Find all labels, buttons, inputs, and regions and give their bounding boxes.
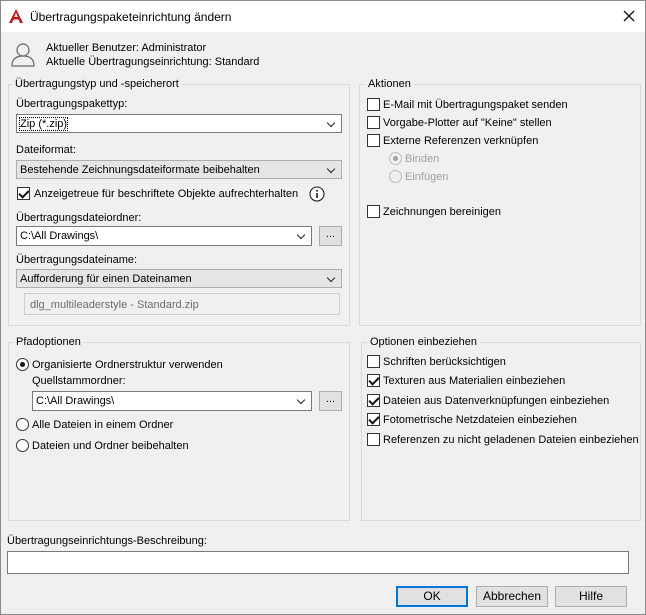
fonts-label[interactable]: Schriften berücksichtigen bbox=[383, 356, 506, 368]
source-root-value: C:\All Drawings\ bbox=[36, 395, 115, 407]
unloaded-refs-label[interactable]: Referenzen zu nicht geladenen Dateien ei… bbox=[383, 434, 639, 446]
user-icon bbox=[10, 41, 36, 67]
datalinks-checkbox[interactable] bbox=[367, 394, 380, 407]
transfer-type-group-title: Übertragungstyp und -speicherort bbox=[12, 78, 182, 90]
insert-label[interactable]: Einfügen bbox=[405, 171, 448, 183]
ok-button[interactable]: OK bbox=[396, 586, 468, 607]
filename-label: Übertragungsdateiname: bbox=[16, 254, 138, 266]
chevron-down-icon bbox=[324, 116, 340, 131]
keep-structure-radio[interactable] bbox=[16, 439, 29, 452]
source-root-label: Quellstammordner: bbox=[32, 375, 126, 387]
close-icon[interactable] bbox=[617, 5, 641, 27]
chevron-down-icon bbox=[324, 271, 340, 286]
filename-preview-field: dlg_multileaderstyle - Standard.zip bbox=[24, 293, 340, 315]
chevron-down-icon bbox=[324, 162, 340, 177]
file-format-label: Dateiformat: bbox=[16, 144, 76, 156]
email-checkbox[interactable] bbox=[367, 98, 380, 111]
include-options-group-title: Optionen einbeziehen bbox=[367, 336, 481, 348]
package-type-value: Zip (*.zip) bbox=[18, 117, 69, 131]
bind-label[interactable]: Binden bbox=[405, 153, 439, 165]
autocad-a-icon bbox=[8, 8, 24, 24]
actions-group-title: Aktionen bbox=[365, 78, 414, 90]
plotter-label[interactable]: Vorgabe-Plotter auf "Keine" stellen bbox=[383, 117, 552, 129]
path-options-group-title: Pfadoptionen bbox=[13, 336, 84, 348]
folder-value: C:\All Drawings\ bbox=[20, 230, 99, 242]
source-root-browse-button[interactable]: ... bbox=[319, 391, 342, 411]
file-format-select[interactable]: Bestehende Zeichnungsdateiformate beibeh… bbox=[16, 160, 342, 179]
chevron-down-icon bbox=[294, 393, 310, 408]
organized-label[interactable]: Organisierte Ordnerstruktur verwenden bbox=[32, 359, 223, 371]
folder-browse-button[interactable]: ... bbox=[319, 226, 342, 246]
current-setup-text: Aktuelle Übertragungseinrichtung: Standa… bbox=[46, 56, 260, 68]
dialog-window: Übertragungspaketeinrichtung ändern Aktu… bbox=[0, 0, 646, 615]
xref-checkbox[interactable] bbox=[367, 134, 380, 147]
email-label[interactable]: E-Mail mit Übertragungspaket senden bbox=[383, 99, 568, 111]
chevron-down-icon bbox=[294, 228, 310, 243]
datalinks-label[interactable]: Dateien aus Datenverknüpfungen einbezieh… bbox=[383, 395, 609, 407]
purge-checkbox[interactable] bbox=[367, 205, 380, 218]
insert-radio[interactable] bbox=[389, 170, 402, 183]
file-format-value: Bestehende Zeichnungsdateiformate beibeh… bbox=[20, 164, 260, 176]
purge-label[interactable]: Zeichnungen bereinigen bbox=[383, 206, 501, 218]
info-icon[interactable] bbox=[309, 186, 325, 202]
include-options-group bbox=[361, 342, 641, 521]
folder-label: Übertragungsdateiordner: bbox=[16, 212, 142, 224]
annotative-label[interactable]: Anzeigetreue für beschriftete Objekte au… bbox=[34, 188, 298, 200]
source-root-combo[interactable]: C:\All Drawings\ bbox=[32, 391, 312, 411]
filename-select[interactable]: Aufforderung für einen Dateinamen bbox=[16, 269, 342, 288]
help-button[interactable]: Hilfe bbox=[555, 586, 627, 607]
organized-radio[interactable] bbox=[16, 358, 29, 371]
description-input[interactable] bbox=[7, 551, 629, 574]
description-label: Übertragungseinrichtungs-Beschreibung: bbox=[7, 535, 207, 547]
unloaded-refs-checkbox[interactable] bbox=[367, 433, 380, 446]
filename-value: Aufforderung für einen Dateinamen bbox=[20, 273, 192, 285]
window-title: Übertragungspaketeinrichtung ändern bbox=[30, 10, 232, 24]
annotative-checkbox[interactable] bbox=[17, 187, 30, 200]
cancel-button[interactable]: Abbrechen bbox=[476, 586, 548, 607]
single-folder-label[interactable]: Alle Dateien in einem Ordner bbox=[32, 419, 173, 431]
filename-preview-text: dlg_multileaderstyle - Standard.zip bbox=[30, 299, 199, 311]
title-bar[interactable]: Übertragungspaketeinrichtung ändern bbox=[1, 1, 645, 32]
photometric-label[interactable]: Fotometrische Netzdateien einbeziehen bbox=[383, 414, 577, 426]
keep-structure-label[interactable]: Dateien und Ordner beibehalten bbox=[32, 440, 189, 452]
fonts-checkbox[interactable] bbox=[367, 355, 380, 368]
current-user-text: Aktueller Benutzer: Administrator bbox=[46, 42, 207, 54]
xref-label[interactable]: Externe Referenzen verknüpfen bbox=[383, 135, 538, 147]
photometric-checkbox[interactable] bbox=[367, 413, 380, 426]
single-folder-radio[interactable] bbox=[16, 418, 29, 431]
package-type-label: Übertragungspakettyp: bbox=[16, 98, 128, 110]
package-type-select[interactable]: Zip (*.zip) bbox=[16, 114, 342, 133]
textures-label[interactable]: Texturen aus Materialien einbeziehen bbox=[383, 375, 565, 387]
textures-checkbox[interactable] bbox=[367, 374, 380, 387]
folder-combo[interactable]: C:\All Drawings\ bbox=[16, 226, 312, 246]
bind-radio[interactable] bbox=[389, 152, 402, 165]
plotter-checkbox[interactable] bbox=[367, 116, 380, 129]
